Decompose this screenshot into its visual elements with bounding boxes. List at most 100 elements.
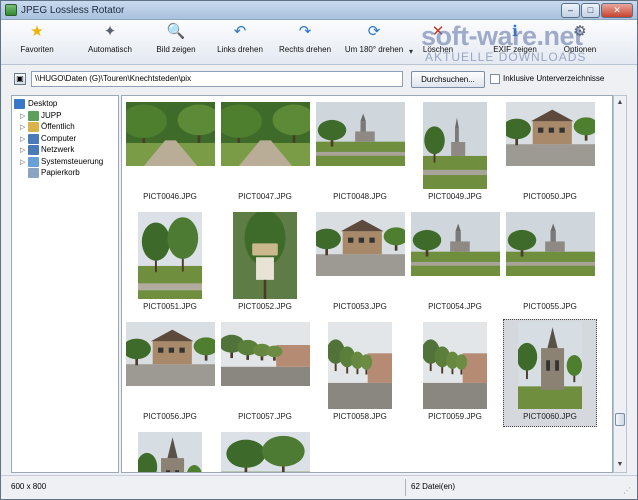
toolbar-button-1[interactable]: ✦ Automatisch [81, 23, 139, 63]
expand-arrow-icon[interactable]: ▷ [20, 146, 25, 154]
path-bar: ▣ \\HUGO\Daten (G)\Touren\Knechtsteden\p… [1, 66, 637, 93]
thumbnail-image [138, 212, 202, 299]
delete-icon: ✕ [431, 23, 445, 40]
thumbnail-image [423, 322, 487, 409]
toolbar-button-7[interactable]: ℹ EXIF zeigen [487, 23, 543, 63]
thumbnail-filename: PICT0056.JPG [143, 412, 197, 421]
toolbar-button-label: Löschen [422, 45, 454, 54]
toolbar-button-label: EXIF zeigen [493, 45, 537, 54]
toolbar-button-label: Um 180° drehen [344, 45, 404, 54]
toolbar-button-5[interactable]: ⟳ Um 180° drehen ▾ [339, 23, 413, 63]
user-folder-icon [28, 110, 39, 121]
rotate-left-icon: ↶ [233, 23, 247, 40]
dropdown-arrow-icon[interactable]: ▾ [409, 47, 413, 56]
star-icon: ★ [30, 23, 44, 40]
toolbar-button-3[interactable]: ↶ Links drehen [211, 23, 269, 63]
include-subdirs-label: Inklusive Unterverzeichnisse [503, 74, 605, 83]
tree-item-label: Systemsteuerung [41, 156, 104, 166]
thumbnail-image [423, 102, 487, 189]
thumbnail-image [328, 322, 392, 409]
toolbar-button-8[interactable]: ⚙ Optionen [557, 23, 603, 63]
file-count: 62 Datei(en) [411, 482, 456, 491]
magic-wand-icon: ✦ [103, 23, 117, 40]
network-icon [28, 145, 39, 155]
thumbnail-image [138, 432, 202, 472]
path-input[interactable]: \\HUGO\Daten (G)\Touren\Knechtsteden\pix [31, 71, 403, 87]
rotate-180-icon: ⟳ [367, 23, 381, 40]
toolbar-button-0[interactable]: ★ Favoriten [9, 23, 65, 63]
tree-item-label: Netzwerk [41, 145, 75, 154]
toolbar-button-label: Favoriten [20, 45, 54, 54]
thumbnail-filename: PICT0048.JPG [333, 192, 387, 201]
toolbar-button-label: Optionen [563, 45, 597, 54]
folder-up-icon[interactable]: ▣ [14, 73, 26, 85]
toolbar-button-label: Automatisch [87, 45, 133, 54]
vertical-scrollbar[interactable]: ▲ ▼ [613, 95, 627, 473]
thumbnail-filename: PICT0053.JPG [333, 302, 387, 311]
thumbnail-filename: PICT0051.JPG [143, 302, 197, 311]
thumbnail-image [315, 212, 405, 276]
toolbar-button-6[interactable]: ✕ Löschen [415, 23, 461, 63]
magnifier-icon: 🔍 [166, 23, 186, 40]
expand-arrow-icon[interactable]: ▷ [20, 135, 25, 143]
control-panel-icon [28, 156, 39, 167]
expand-arrow-icon[interactable]: ▷ [20, 158, 25, 166]
thumbnail-filename: PICT0046.JPG [143, 192, 197, 201]
thumbnail-image [125, 102, 215, 166]
thumbnail-image [505, 102, 595, 166]
thumbnail-filename: PICT0050.JPG [523, 192, 577, 201]
image-dimensions: 600 x 800 [11, 482, 47, 491]
toolbar: ★ Favoriten ✦ Automatisch 🔍 Bild zeigen ↶ Links… [1, 20, 637, 65]
tree-item-label: Desktop [28, 99, 58, 108]
thumbnail-image [410, 212, 500, 276]
thumbnail-image [220, 102, 310, 166]
thumbnail-filename: PICT0047.JPG [238, 192, 292, 201]
computer-icon [28, 133, 39, 144]
minimize-button[interactable]: – [561, 3, 580, 18]
thumbnail-image [505, 212, 595, 276]
include-subdirs-checkbox[interactable] [490, 74, 500, 84]
app-icon [5, 4, 17, 16]
recycle-bin-icon [28, 168, 39, 178]
tree-item-label: JUPP [41, 110, 62, 120]
scroll-down-arrow[interactable]: ▼ [614, 458, 626, 472]
resize-grip-icon[interactable]: ⋰ [623, 486, 633, 496]
thumbnail-filename: PICT0057.JPG [238, 412, 292, 421]
thumbnail-filename: PICT0052.JPG [238, 302, 292, 311]
toolbar-button-label: Bild zeigen [156, 45, 196, 54]
thumbnail-filename: PICT0060.JPG [523, 412, 577, 421]
thumbnail-image [220, 432, 310, 472]
toolbar-button-label: Rechts drehen [278, 45, 332, 54]
expand-arrow-icon[interactable]: ▷ [20, 112, 25, 120]
toolbar-button-label: Links drehen [217, 45, 263, 54]
scroll-up-arrow[interactable]: ▲ [614, 96, 626, 110]
thumbnail-image [518, 322, 582, 409]
close-button[interactable]: ✕ [601, 3, 633, 18]
window-title: JPEG Lossless Rotator [21, 5, 125, 16]
tree-item-label: Öffentlich [41, 122, 75, 131]
thumbnail-image [233, 212, 297, 299]
thumbnail-grid[interactable]: PICT0046.JPG PICT0047.JPG PICT0048.JPG PICT… [121, 95, 613, 473]
title-bar[interactable]: JPEG Lossless Rotator – □ ✕ [1, 1, 637, 20]
maximize-button[interactable]: □ [581, 3, 600, 18]
public-folder-icon [28, 122, 39, 132]
thumbnail-filename: PICT0055.JPG [523, 302, 577, 311]
desktop-icon [14, 99, 25, 109]
thumbnail-image [220, 322, 310, 386]
rotate-right-icon: ↷ [298, 23, 312, 40]
thumbnail-image [315, 102, 405, 166]
scrollbar-thumb[interactable] [615, 413, 625, 426]
toolbar-button-4[interactable]: ↷ Rechts drehen [277, 23, 333, 63]
browse-button[interactable]: Durchsuchen... [411, 71, 485, 88]
thumbnail-filename: PICT0059.JPG [428, 412, 482, 421]
tree-item-label: Papierkorb [41, 168, 80, 177]
thumbnail-filename: PICT0058.JPG [333, 412, 387, 421]
expand-arrow-icon[interactable]: ▷ [20, 123, 25, 131]
app-window: JPEG Lossless Rotator – □ ✕ ★ Favoriten ✦ A… [0, 0, 638, 500]
thumbnail-image [125, 322, 215, 386]
status-bar: 600 x 800 62 Datei(en) ⋰ [1, 475, 637, 499]
thumbnail-filename: PICT0049.JPG [428, 192, 482, 201]
toolbar-button-2[interactable]: 🔍 Bild zeigen [151, 23, 201, 63]
folder-tree[interactable]: Desktop ▷ JUPP ▷ Öffentlich ▷ Computer ▷ Netzwer… [11, 95, 119, 473]
tree-item-label: Computer [41, 133, 77, 143]
